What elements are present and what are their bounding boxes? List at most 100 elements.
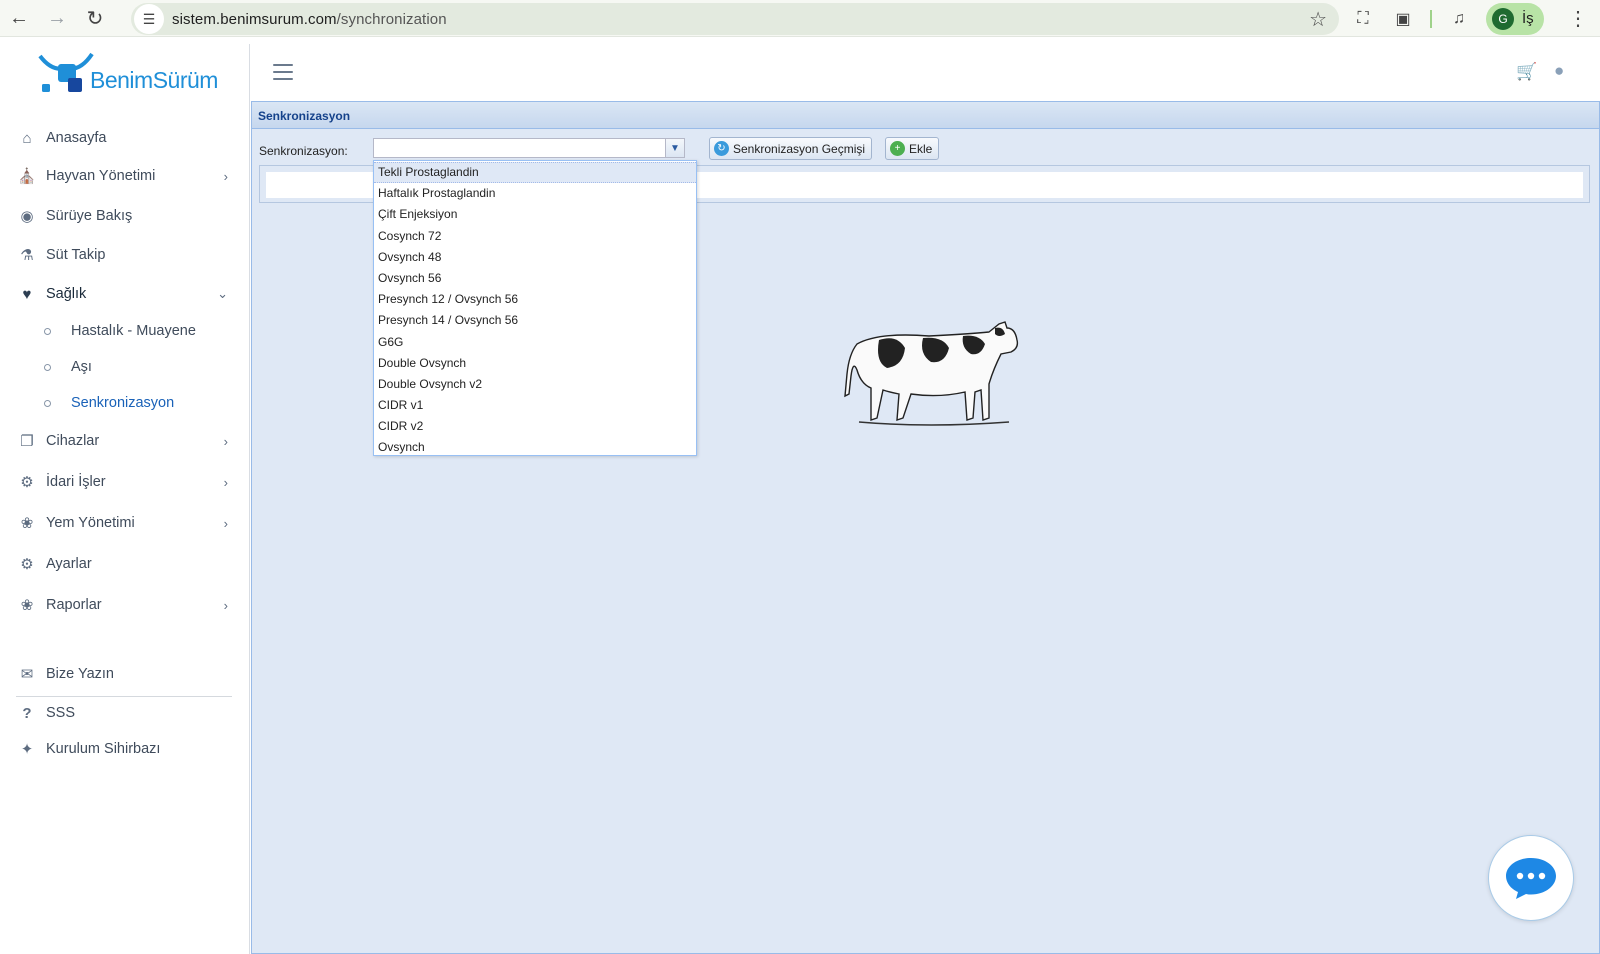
gear-icon: ⚙: [20, 556, 34, 573]
url-text: sistem.benimsurum.com/synchronization: [172, 11, 447, 28]
sidebar-item-label: Hayvan Yönetimi: [46, 168, 156, 184]
dropdown-option[interactable]: Double Ovsynch v2: [374, 374, 696, 395]
sidebar-subitem-label: Hastalık - Muayene: [71, 323, 196, 339]
magic-wand-icon: ✦: [20, 741, 34, 758]
sidebar-item-faq[interactable]: ? SSS: [0, 694, 250, 732]
cow-illustration: [844, 321, 1019, 426]
barn-icon: ⛪: [17, 168, 37, 185]
browser-menu-icon[interactable]: ⋮: [1568, 6, 1588, 31]
sidebar-item-reports[interactable]: ❀ Raporlar ›: [0, 586, 250, 624]
dropdown-option[interactable]: Ovsynch 48: [374, 247, 696, 268]
sync-history-label: Senkronizasyon Geçmişi: [733, 141, 866, 156]
sidebar-item-herd-overview[interactable]: ◉ Sürüye Bakış: [0, 197, 250, 235]
app-header: 🛒 ●: [251, 44, 1600, 101]
hand-heart-icon: ♥: [22, 285, 32, 303]
url-path: /synchronization: [336, 10, 447, 28]
sidebar-item-label: Sürüye Bakış: [46, 208, 133, 224]
sidebar-item-feed[interactable]: ❀ Yem Yönetimi ›: [0, 504, 250, 542]
devices-icon: ❐: [20, 433, 34, 450]
hamburger-menu-icon[interactable]: [273, 64, 293, 80]
sidebar-subitem-disease-exam[interactable]: Hastalık - Muayene: [0, 315, 250, 347]
dropdown-option[interactable]: G6G: [374, 332, 696, 353]
chevron-down-icon: ⌄: [217, 286, 228, 301]
logo-text: BenimSürüm: [90, 67, 218, 93]
dropdown-option[interactable]: Haftalık Prostaglandin: [374, 183, 696, 204]
sidebar-item-label: Yem Yönetimi: [46, 515, 135, 531]
sidebar-item-home[interactable]: ⌂ Anasayfa: [0, 119, 250, 157]
circle-bullet-icon: [44, 327, 51, 335]
sidebar-subitem-vaccine[interactable]: Aşı: [0, 351, 250, 383]
sync-history-button[interactable]: ↻ Senkronizasyon Geçmişi: [709, 137, 873, 160]
sidebar-item-label: Ayarlar: [46, 556, 92, 572]
reload-icon[interactable]: ↻: [76, 0, 114, 37]
sidebar-item-admin[interactable]: ⚙ İdari İşler ›: [0, 463, 250, 501]
chevron-right-icon: ›: [223, 515, 228, 531]
logo-icon: [38, 52, 94, 92]
sidebar-item-label: Raporlar: [46, 597, 102, 613]
sidebar-item-label: Bize Yazın: [46, 666, 114, 682]
dropdown-option[interactable]: CIDR v2: [374, 416, 696, 437]
sidebar-item-label: Sağlık: [46, 286, 87, 302]
sidebar-item-contact[interactable]: ✉ Bize Yazın: [0, 655, 250, 693]
back-icon[interactable]: ←: [0, 0, 38, 37]
profile-label: İş: [1522, 10, 1534, 27]
question-icon: ?: [22, 704, 32, 722]
contact-icon: ✉: [20, 666, 34, 683]
wheat-icon: ❀: [20, 515, 34, 532]
user-icon[interactable]: ●: [1554, 61, 1564, 81]
add-button-label: Ekle: [909, 141, 933, 156]
wheat-icon: ❀: [20, 597, 34, 614]
sync-dropdown-list: Tekli Prostaglandin Haftalık Prostagland…: [373, 160, 697, 456]
chat-widget-button[interactable]: [1488, 835, 1574, 921]
url-host: sistem.benimsurum.com: [172, 10, 337, 28]
sync-combobox[interactable]: ▼: [373, 138, 685, 158]
sidebar-subitem-label: Aşı: [71, 359, 92, 375]
dropdown-option[interactable]: Presynch 12 / Ovsynch 56: [374, 289, 696, 310]
dropdown-option[interactable]: Ovsynch: [374, 437, 696, 458]
sidebar-subitem-synchronization[interactable]: Senkronizasyon: [0, 387, 250, 419]
sidebar-item-label: SSS: [46, 705, 76, 721]
dropdown-option[interactable]: Cosynch 72: [374, 226, 696, 247]
sidebar-item-label: Kurulum Sihirbazı: [46, 741, 161, 757]
sidebar-item-label: Süt Takip: [46, 247, 106, 263]
sidebar-item-devices[interactable]: ❐ Cihazlar ›: [0, 422, 250, 460]
address-bar[interactable]: ☰ sistem.benimsurum.com/synchronization …: [131, 3, 1339, 35]
toolbar-divider: [1430, 9, 1432, 28]
sidebar-divider: [16, 696, 232, 697]
chevron-right-icon: ›: [223, 433, 228, 449]
sidebar-item-animal-management[interactable]: ⛪ Hayvan Yönetimi ›: [0, 157, 250, 195]
forward-icon[interactable]: →: [38, 0, 76, 37]
cart-icon[interactable]: 🛒: [1516, 62, 1537, 82]
screenshot-icon[interactable]: ⛶: [1350, 6, 1376, 32]
sidebar-subitem-label: Senkronizasyon: [71, 395, 175, 411]
chevron-down-icon[interactable]: ▼: [665, 139, 684, 157]
sidebar-item-label: Anasayfa: [46, 130, 107, 146]
site-settings-icon[interactable]: ☰: [134, 4, 164, 34]
history-icon: ↻: [714, 141, 729, 156]
add-button[interactable]: + Ekle: [885, 137, 940, 160]
browser-toolbar: ← → ↻ ☰ sistem.benimsurum.com/synchroniz…: [0, 0, 1600, 37]
dropdown-option[interactable]: Ovsynch 56: [374, 268, 696, 289]
app-logo[interactable]: BenimSürüm: [38, 50, 218, 98]
home-icon: ⌂: [22, 129, 32, 147]
dropdown-option[interactable]: Çift Enjeksiyon: [374, 204, 696, 225]
sidebar-item-milk-tracking[interactable]: ⚗ Süt Takip: [0, 236, 250, 274]
sidebar-item-health[interactable]: ♥ Sağlık ⌄: [0, 275, 250, 313]
sidebar-item-label: İdari İşler: [46, 474, 106, 490]
plus-icon: +: [890, 141, 905, 156]
dropdown-option[interactable]: CIDR v1: [374, 395, 696, 416]
sidebar-item-setup-wizard[interactable]: ✦ Kurulum Sihirbazı: [0, 730, 250, 768]
circle-bullet-icon: [44, 399, 51, 407]
chat-bubble-icon: [1506, 858, 1556, 899]
chevron-right-icon: ›: [223, 168, 228, 184]
dropdown-option[interactable]: Double Ovsynch: [374, 353, 696, 374]
dropdown-option[interactable]: Presynch 14 / Ovsynch 56: [374, 310, 696, 331]
profile-chip[interactable]: G İş: [1486, 2, 1544, 35]
extensions-icon[interactable]: ▣: [1390, 6, 1416, 32]
dropdown-option[interactable]: Tekli Prostaglandin: [374, 162, 696, 184]
flask-icon: ⚗: [20, 247, 34, 264]
cow-head-icon: ◉: [20, 208, 34, 225]
media-queue-icon[interactable]: ♫: [1446, 6, 1472, 32]
bookmark-star-icon[interactable]: ☆: [1309, 7, 1327, 32]
sidebar-item-settings[interactable]: ⚙ Ayarlar: [0, 545, 250, 583]
